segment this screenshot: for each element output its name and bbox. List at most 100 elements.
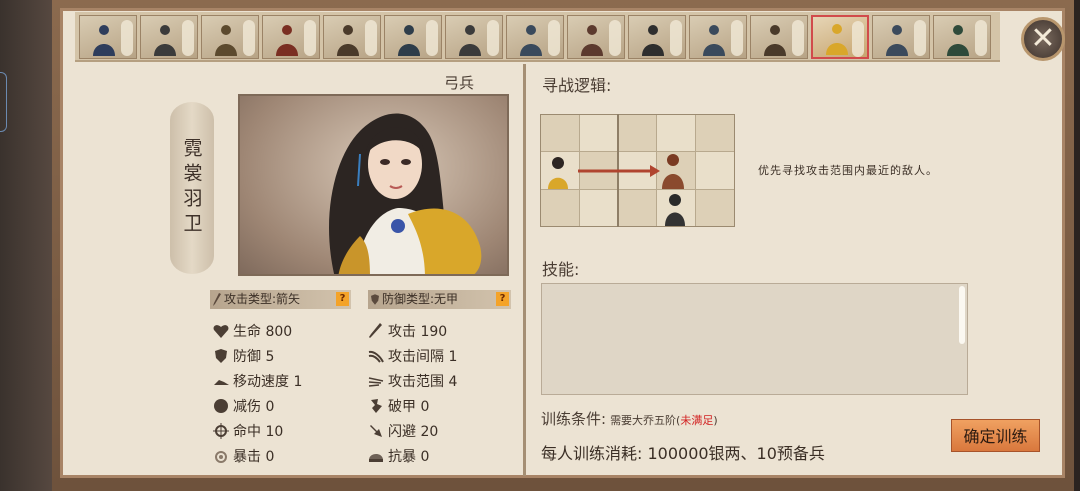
confirm-training-button[interactable]: 确定训练 <box>951 419 1040 452</box>
far-enemy-icon <box>665 194 685 226</box>
attack-type-help-button[interactable]: ? <box>336 292 349 306</box>
archer-unit-icon <box>548 157 568 189</box>
training-requirement: 需要大乔五阶( <box>610 414 681 427</box>
unit-thumb[interactable] <box>384 15 442 59</box>
defense-type-label: 防御类型:无甲 <box>382 292 459 306</box>
stat-crit-text: 暴击 0 <box>233 449 275 465</box>
unit-thumb[interactable] <box>750 15 808 59</box>
defense-type-help-button[interactable]: ? <box>496 292 509 306</box>
logic-diagram-overlay <box>548 114 685 227</box>
unit-figure-icon <box>398 25 420 56</box>
unit-figure-icon <box>520 25 542 56</box>
unit-figure-icon <box>826 24 848 55</box>
unit-portrait <box>238 94 509 276</box>
training-close-paren: ) <box>713 414 718 427</box>
unit-name-tag <box>121 20 133 56</box>
training-unmet-status: 未满足 <box>680 414 714 427</box>
stat-hp-text: 生命 800 <box>233 324 293 340</box>
stat-damage-reduction-text: 减伤 0 <box>233 399 275 415</box>
stat-crit-resist-text: 抗暴 0 <box>388 449 430 465</box>
unit-thumb[interactable] <box>445 15 503 59</box>
broken-armor-icon <box>371 399 382 413</box>
unit-thumb[interactable] <box>689 15 747 59</box>
unit-figure-icon <box>459 25 481 56</box>
stat-attack: 攻击 190 <box>368 322 447 342</box>
stat-accuracy: 命中 10 <box>213 422 283 442</box>
unit-type-label: 弓兵 <box>444 74 475 92</box>
side-tab-handle[interactable] <box>0 72 7 132</box>
unit-name-tag <box>182 20 194 56</box>
unit-name-tag <box>365 20 377 56</box>
unit-name-tag <box>792 20 804 56</box>
stat-attack-interval: 攻击间隔 1 <box>368 347 457 367</box>
unit-name-tag <box>487 20 499 56</box>
crosshair-icon <box>213 423 229 439</box>
unit-thumb[interactable] <box>79 15 137 59</box>
unit-thumb[interactable] <box>323 15 381 59</box>
shield-icon <box>371 294 379 305</box>
unit-figure-icon <box>947 25 969 56</box>
skills-scrollbar[interactable] <box>959 286 965 344</box>
unit-thumb[interactable] <box>262 15 320 59</box>
stat-crit-resist: 抗暴 0 <box>368 447 429 467</box>
stat-armor-break: 破甲 0 <box>368 397 429 417</box>
stat-move-speed: 移动速度 1 <box>213 372 302 392</box>
logic-description: 优先寻找攻击范围内最近的敌人。 <box>758 164 938 177</box>
attack-type-label: 攻击类型:箭矢 <box>224 292 301 306</box>
unit-figure-icon <box>764 25 786 56</box>
unit-selector-bar <box>75 12 1000 62</box>
stat-dodge: 闪避 20 <box>368 422 438 442</box>
training-cost: 每人训练消耗: 100000银两、10预备兵 <box>541 444 825 463</box>
defense-type-bar: 防御类型:无甲 ? <box>368 290 511 309</box>
heart-icon <box>213 325 229 338</box>
unit-name-tag <box>670 20 682 56</box>
stat-crit: 暴击 0 <box>213 447 274 467</box>
unit-thumb[interactable] <box>140 15 198 59</box>
unit-figure-icon <box>581 25 603 56</box>
round-shield-icon <box>214 399 228 413</box>
boot-icon <box>214 380 229 385</box>
attack-type-bar: 攻击类型:箭矢 ? <box>210 290 351 309</box>
unit-name-tag <box>548 20 560 56</box>
logic-title: 寻战逻辑: <box>542 76 612 95</box>
unit-thumb[interactable] <box>933 15 991 59</box>
stat-armor-break-text: 破甲 0 <box>388 399 430 415</box>
close-button[interactable]: ✕ <box>1021 17 1065 61</box>
unit-thumb[interactable] <box>628 15 686 59</box>
stat-defense: 防御 5 <box>213 347 274 367</box>
stat-move-speed-text: 移动速度 1 <box>233 374 303 390</box>
unit-figure-icon <box>93 25 115 56</box>
unit-thumb[interactable] <box>201 15 259 59</box>
unit-thumb[interactable] <box>811 15 869 59</box>
stat-attack-text: 攻击 190 <box>388 324 448 340</box>
sword-icon <box>213 293 221 306</box>
unit-figure-icon <box>642 25 664 56</box>
unit-name-scroll: 霓裳羽卫 <box>170 102 214 274</box>
unit-figure-icon <box>215 25 237 56</box>
dodge-arrow-icon <box>370 425 382 437</box>
stat-hp: 生命 800 <box>213 322 292 342</box>
stat-accuracy-text: 命中 10 <box>233 424 284 440</box>
unit-thumb[interactable] <box>506 15 564 59</box>
stat-damage-reduction: 减伤 0 <box>213 397 274 417</box>
unit-figure-icon <box>886 25 908 56</box>
unit-name-tag <box>914 20 926 56</box>
range-lines-icon <box>368 377 384 387</box>
column-divider <box>523 64 526 476</box>
slash-icon <box>368 350 384 363</box>
stat-attack-range-text: 攻击范围 4 <box>388 374 458 390</box>
sword-icon <box>369 323 382 338</box>
unit-name-tag <box>243 20 255 56</box>
shield-icon <box>215 349 227 363</box>
unit-name-tag <box>304 20 316 56</box>
unit-name-tag <box>731 20 743 56</box>
unit-figure-icon <box>337 25 359 56</box>
unit-thumb[interactable] <box>567 15 625 59</box>
unit-name-tag <box>852 21 864 57</box>
helmet-icon <box>369 454 383 462</box>
unit-figure-icon <box>154 25 176 56</box>
unit-name: 霓裳羽卫 <box>180 138 203 238</box>
portrait-illustration <box>329 113 482 274</box>
unit-thumb[interactable] <box>872 15 930 59</box>
skills-list <box>541 283 968 395</box>
